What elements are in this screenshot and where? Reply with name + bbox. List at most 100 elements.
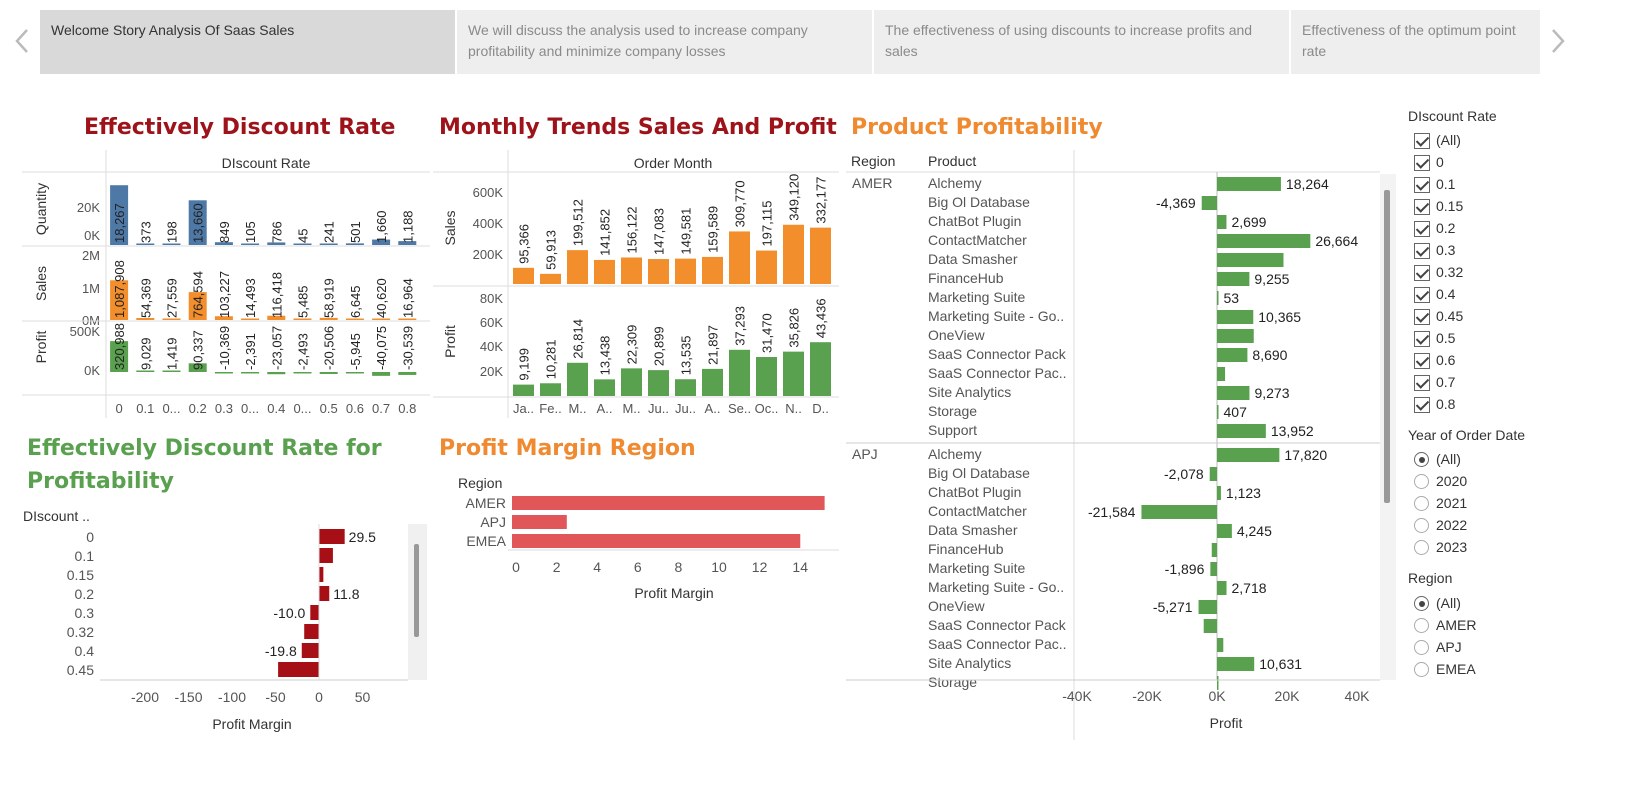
year-filter-radio[interactable] — [1414, 496, 1429, 511]
data-label: 199,512 — [571, 199, 586, 246]
column-header: Order Month — [634, 155, 713, 171]
region-filter-option[interactable]: APJ — [1436, 639, 1462, 655]
tick-label: 0.4 — [267, 401, 285, 416]
year-filter-radio[interactable] — [1414, 540, 1429, 555]
category-label: APJ — [480, 514, 506, 530]
discount-filter-option[interactable]: 0.5 — [1436, 330, 1455, 346]
data-label: 116,418 — [269, 272, 284, 318]
tick-label: 2 — [553, 559, 561, 575]
year-filter-option[interactable]: 2022 — [1436, 517, 1467, 533]
discount-filter-checkbox[interactable] — [1414, 397, 1430, 413]
data-label: 6,645 — [348, 285, 363, 318]
discount-filter-checkbox[interactable] — [1414, 133, 1430, 149]
tick-label: 50 — [355, 689, 371, 705]
story-tab-label: Welcome Story Analysis Of Saas Sales — [51, 22, 295, 38]
data-label: 90,337 — [191, 330, 206, 370]
story-next-button[interactable] — [1548, 26, 1568, 62]
data-label: 105 — [243, 221, 258, 243]
product-label: SaaS Connector Pack — [928, 346, 1067, 362]
bar — [756, 357, 777, 396]
discount-filter-option[interactable]: 0.7 — [1436, 374, 1455, 390]
tick-label: 0.7 — [372, 401, 390, 416]
story-tab-4[interactable]: Effectiveness of the optimum point rate — [1291, 10, 1540, 74]
bar — [1203, 619, 1217, 633]
discount-filter-option[interactable]: 0.32 — [1436, 264, 1463, 280]
data-label: 332,177 — [814, 177, 829, 224]
data-label: -2,493 — [296, 333, 311, 370]
bar — [1217, 524, 1232, 538]
discount-filter-checkbox[interactable] — [1414, 243, 1430, 259]
data-label: -5,271 — [1153, 599, 1193, 615]
product-profitability-chart: Region Product AMER Alchemy 18,264 Big Ol Dat… — [846, 150, 1396, 740]
discount-filter-option[interactable]: 0.2 — [1436, 220, 1455, 236]
data-label: -40,075 — [374, 326, 389, 370]
tick-label: 0.1 — [136, 401, 154, 416]
data-label: 764,594 — [191, 271, 206, 318]
data-label: 1,419 — [165, 337, 180, 370]
region-filter-option[interactable]: AMER — [1436, 617, 1476, 633]
bar — [1217, 657, 1255, 671]
year-filter-radio[interactable] — [1414, 518, 1429, 533]
discount-filter-option[interactable]: 0.8 — [1436, 396, 1455, 412]
discount-filter-checkbox[interactable] — [1414, 287, 1430, 303]
story-prev-button[interactable] — [12, 26, 32, 62]
discount-filter-checkbox[interactable] — [1414, 155, 1430, 171]
region-label: APJ — [852, 446, 878, 462]
discount-filter-option[interactable]: 0.6 — [1436, 352, 1455, 368]
tick-label: -50 — [265, 689, 285, 705]
discount-filter-checkbox[interactable] — [1414, 199, 1430, 215]
region-filter-radio[interactable] — [1414, 618, 1429, 633]
bar — [567, 250, 588, 284]
data-label: 5,485 — [296, 285, 311, 318]
discount-filter-checkbox[interactable] — [1414, 177, 1430, 193]
bar — [319, 548, 333, 563]
tick-label: 4 — [593, 559, 601, 575]
discount-filter-option[interactable]: 0.1 — [1436, 176, 1455, 192]
discount-filter-option[interactable]: 0.45 — [1436, 308, 1463, 324]
story-tab-2[interactable]: We will discuss the analysis used to inc… — [457, 10, 872, 74]
region-filter-option[interactable]: (All) — [1436, 595, 1461, 611]
product-label: Alchemy — [928, 446, 982, 462]
region-filter-radio[interactable] — [1414, 662, 1429, 677]
discount-filter-option[interactable]: 0.3 — [1436, 242, 1455, 258]
discount-filter-option[interactable]: (All) — [1436, 132, 1461, 148]
discount-filter-checkbox[interactable] — [1414, 375, 1430, 391]
bar — [513, 384, 534, 396]
region-filter-option[interactable]: EMEA — [1436, 661, 1476, 677]
tick-label: A.. — [597, 401, 613, 416]
year-filter-option[interactable]: 2020 — [1436, 473, 1467, 489]
tick-label: 80K — [480, 291, 503, 306]
discount-filter-option[interactable]: 0 — [1436, 154, 1444, 170]
bar — [513, 267, 534, 284]
year-filter-radio[interactable] — [1414, 474, 1429, 489]
chevron-right-icon — [1552, 29, 1565, 53]
story-tab-3[interactable]: The effectiveness of using discounts to … — [874, 10, 1289, 74]
data-label: 13,952 — [1271, 423, 1314, 439]
bar — [675, 379, 696, 396]
discount-filter-checkbox[interactable] — [1414, 309, 1430, 325]
product-label: Marketing Suite — [928, 560, 1025, 576]
discount-filter-checkbox[interactable] — [1414, 353, 1430, 369]
discount-filter-checkbox[interactable] — [1414, 265, 1430, 281]
tick-label: N.. — [785, 401, 802, 416]
discount-filter-checkbox[interactable] — [1414, 331, 1430, 347]
product-label: FinanceHub — [928, 541, 1004, 557]
year-filter-option[interactable]: 2023 — [1436, 539, 1467, 555]
tick-label: 0.2 — [189, 401, 207, 416]
product-label: Marketing Suite — [928, 289, 1025, 305]
discount-filter-checkbox[interactable] — [1414, 221, 1430, 237]
data-label: 407 — [1224, 404, 1248, 420]
year-filter-option[interactable]: 2021 — [1436, 495, 1467, 511]
year-filter-option[interactable]: (All) — [1436, 451, 1461, 467]
story-tab-1[interactable]: Welcome Story Analysis Of Saas Sales — [40, 10, 455, 74]
product-label: Storage — [928, 403, 977, 419]
year-filter-radio[interactable] — [1414, 452, 1429, 467]
chevron-left-icon — [15, 29, 28, 53]
data-label: 159,589 — [706, 206, 721, 253]
discount-filter-option[interactable]: 0.4 — [1436, 286, 1455, 302]
data-label: 103,227 — [217, 271, 232, 318]
discount-filter-option[interactable]: 0.15 — [1436, 198, 1463, 214]
title-discount-profitability: Effectively Discount Rate for Profitabil… — [27, 436, 382, 494]
region-filter-radio[interactable] — [1414, 640, 1429, 655]
region-filter-radio[interactable] — [1414, 596, 1429, 611]
